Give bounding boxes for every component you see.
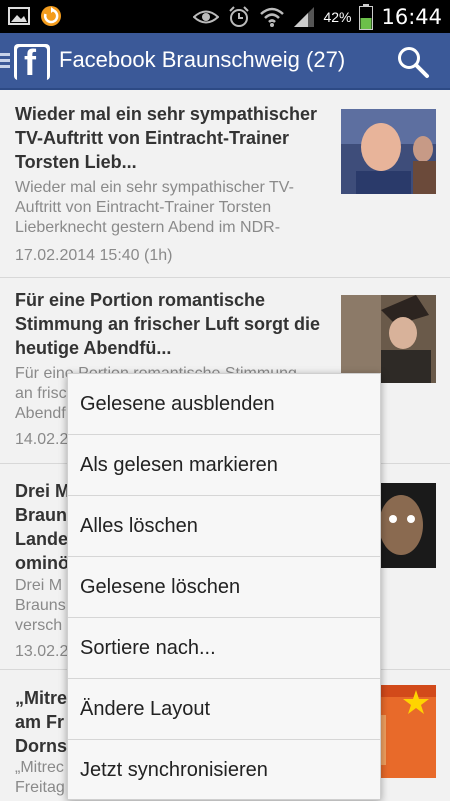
battery-icon [359,4,374,30]
item-title: Wieder mal ein sehr sympathischer TV-Auf… [15,104,317,172]
menu-item-hide-read[interactable]: Gelesene ausblenden [68,374,380,435]
menu-icon[interactable] [0,53,10,71]
menu-item-change-layout[interactable]: Ändere Layout [68,679,380,740]
overflow-menu: Gelesene ausblenden Als gelesen markiere… [67,373,381,800]
signal-icon [294,7,315,27]
eye-icon [193,10,220,24]
menu-item-sync-now[interactable]: Jetzt synchronisieren [68,740,380,801]
search-icon[interactable] [396,45,430,79]
item-thumbnail [341,295,436,383]
facebook-logo-icon[interactable]: f [14,44,50,80]
battery-percent: 42% [323,9,352,25]
menu-item-mark-read[interactable]: Als gelesen markieren [68,435,380,496]
list-item[interactable]: Wieder mal ein sehr sympathischer TV-Auf… [0,92,450,278]
item-date: 14.02.2 [15,431,69,448]
menu-item-delete-read[interactable]: Gelesene löschen [68,557,380,618]
menu-item-delete-all[interactable]: Alles löschen [68,496,380,557]
alarm-icon [229,6,250,27]
app-bar: f Facebook Braunschweig (27) [0,33,450,90]
status-bar: 42% 16:44 [0,0,450,33]
item-date: 17.02.2014 15:40 (1h) [15,247,173,264]
item-title: Für eine Portion romantische Stimmung an… [15,290,321,358]
menu-item-sort-by[interactable]: Sortiere nach... [68,618,380,679]
clock: 16:44 [381,5,442,29]
image-icon [8,7,30,25]
notification-app-icon [41,6,61,26]
wifi-icon [260,7,285,27]
item-thumbnail [341,109,436,194]
app-title: Facebook Braunschweig (27) [59,47,346,72]
item-date: 13.02.2 [15,643,69,660]
item-description: Wieder mal ein sehr sympathischer TV- Au… [15,179,294,236]
